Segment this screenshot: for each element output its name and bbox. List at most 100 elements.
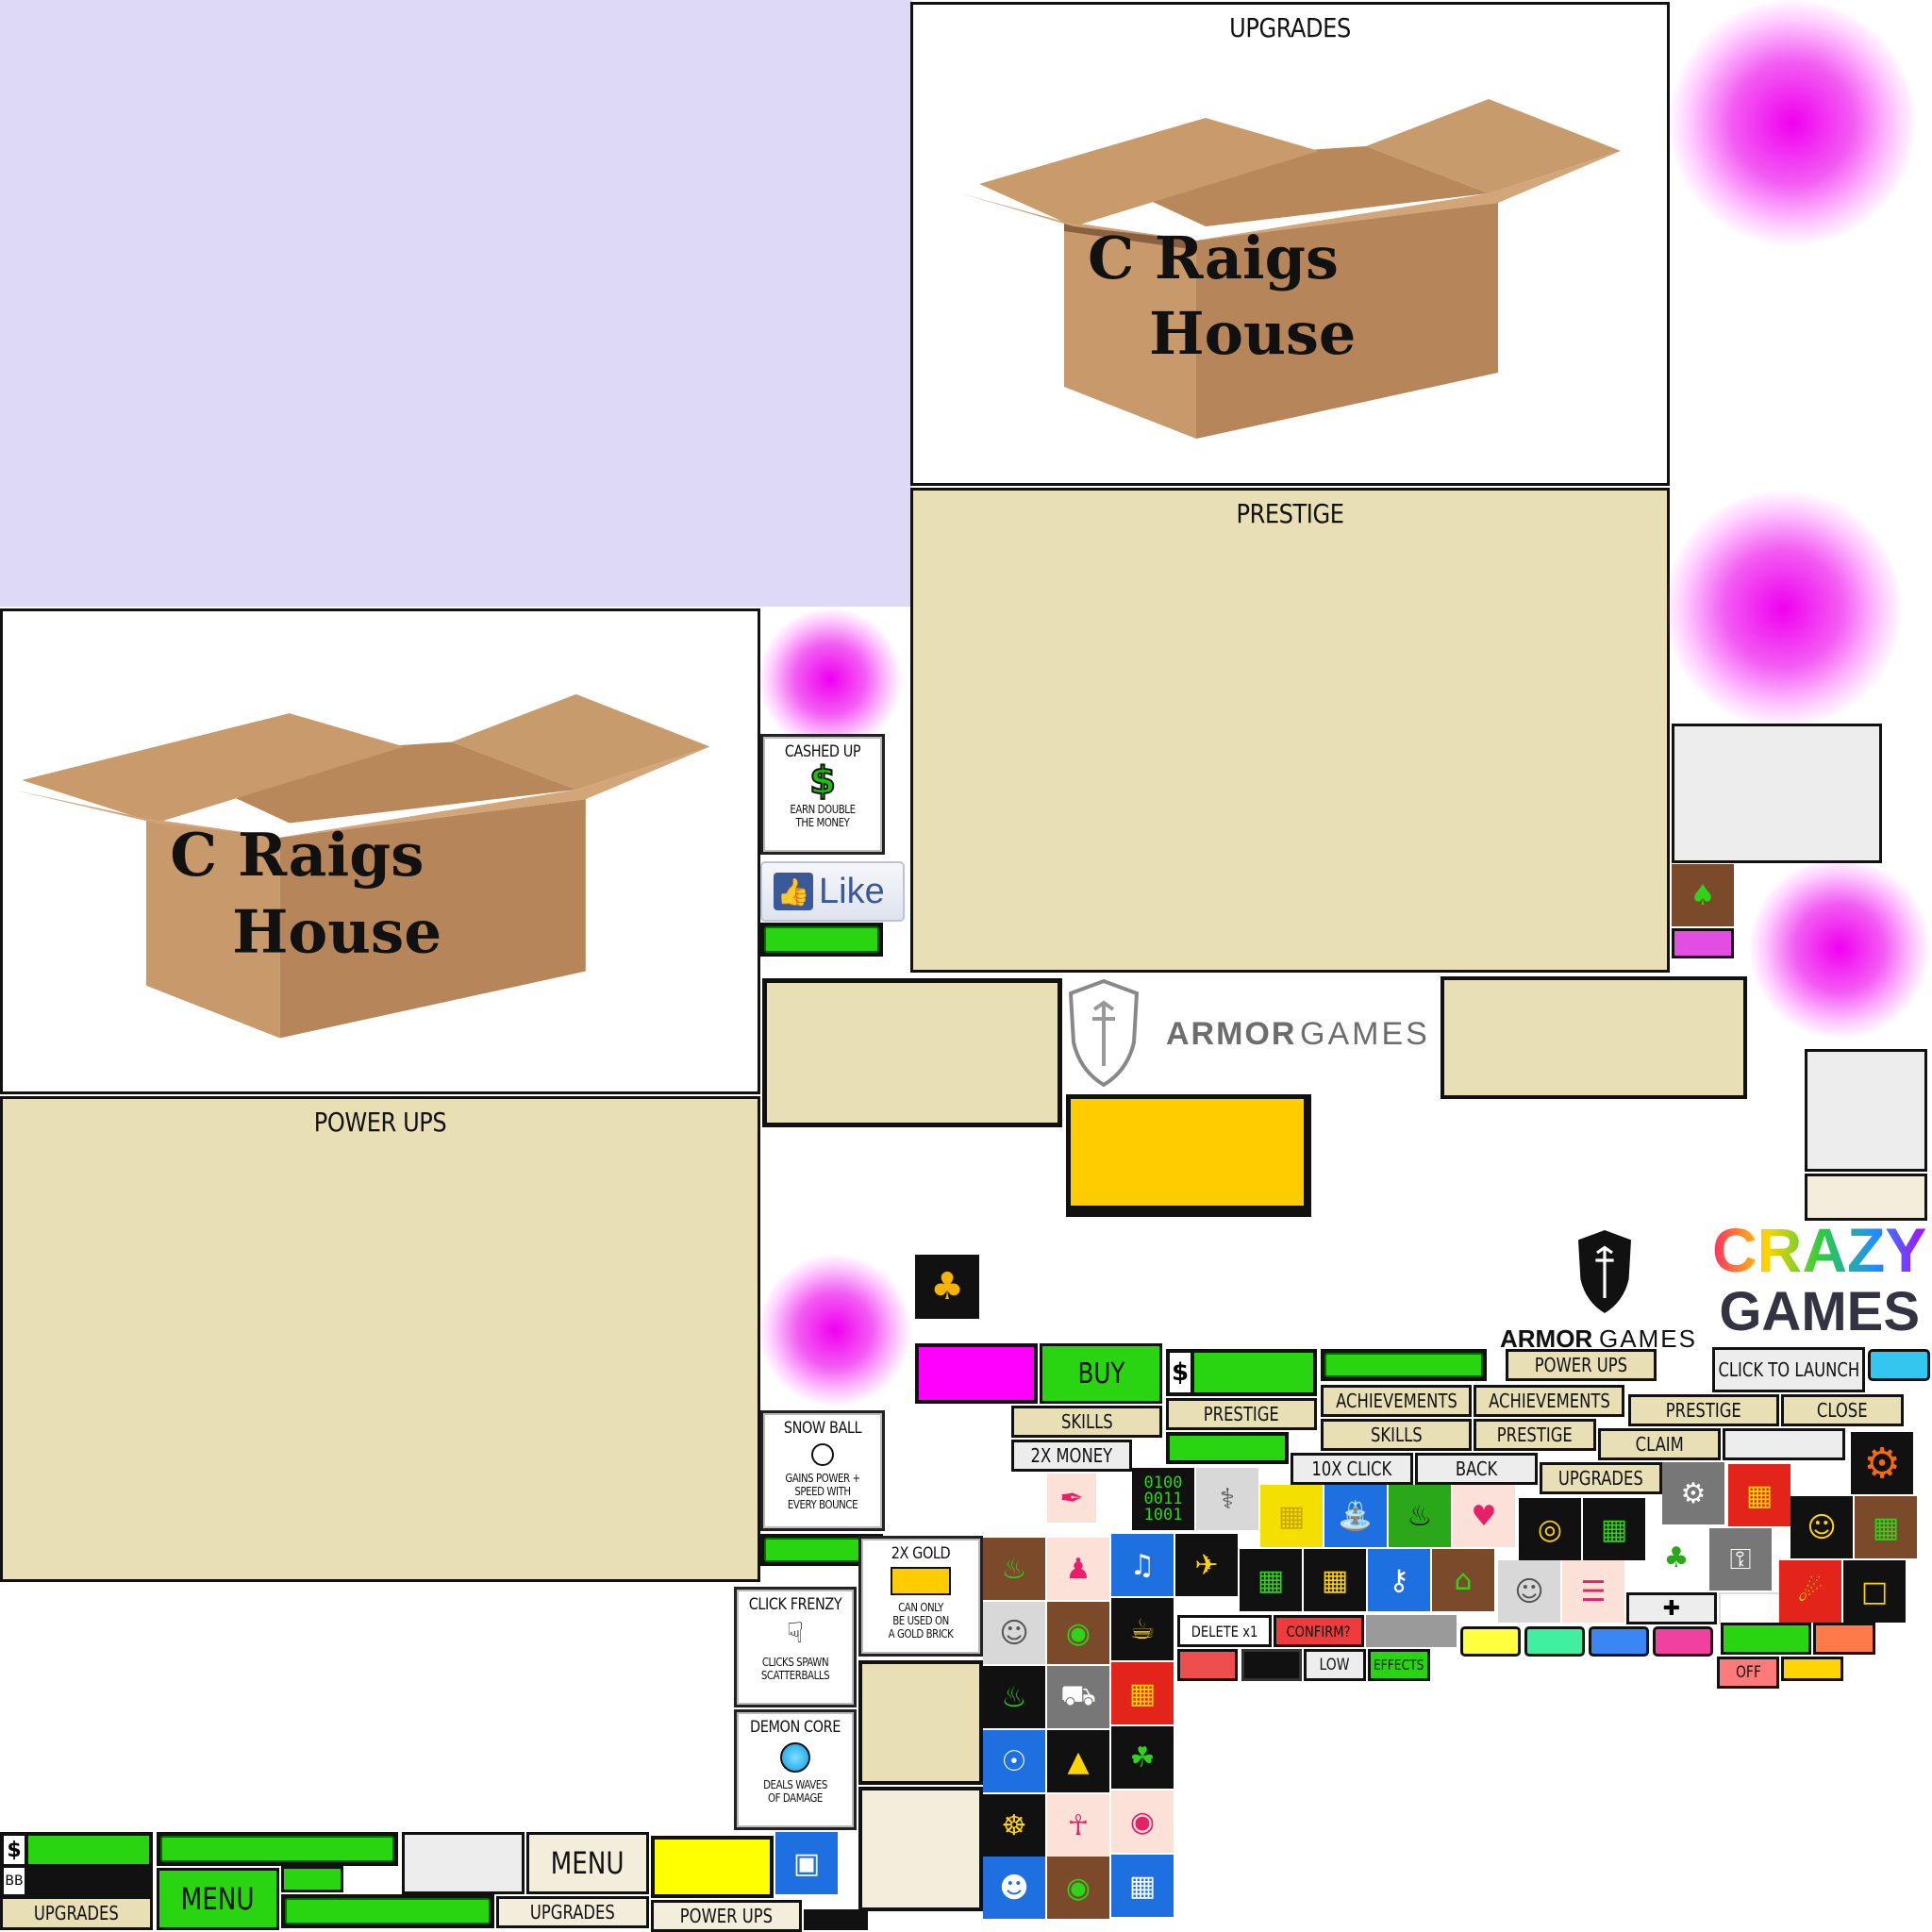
- snow-ball-desc: GAINS POWER + SPEED WITH EVERY BOUNCE: [785, 1472, 860, 1511]
- cashed-up-card[interactable]: CASHED UP $ EARN DOUBLE THE MONEY: [760, 734, 885, 855]
- menu-button-green[interactable]: MENU: [157, 1868, 279, 1930]
- power-ups-button[interactable]: POWER UPS: [1506, 1349, 1657, 1381]
- prestige-button[interactable]: PRESTIGE: [1166, 1398, 1317, 1430]
- achievements-button-1[interactable]: ACHIEVEMENTS: [1321, 1385, 1472, 1417]
- upgrades-button-small[interactable]: UPGRADES: [1540, 1462, 1662, 1494]
- tetris-piece-icon[interactable]: ▦: [1111, 1662, 1174, 1724]
- upgrades-button-bottom-1[interactable]: UPGRADES: [0, 1896, 153, 1930]
- detective-icon[interactable]: ♨: [1389, 1485, 1451, 1547]
- claim-button[interactable]: CLAIM: [1598, 1428, 1721, 1460]
- cheese-icon[interactable]: ▲: [1047, 1730, 1109, 1792]
- tetris-l-icon[interactable]: ▦: [1111, 1855, 1174, 1917]
- power-ups-button-bottom[interactable]: POWER UPS: [651, 1900, 802, 1932]
- bread-icon[interactable]: ◉: [1047, 1602, 1109, 1664]
- blindfold-icon[interactable]: ☺: [1498, 1560, 1560, 1623]
- nurse-icon[interactable]: ⚕: [1196, 1468, 1258, 1530]
- orange-button[interactable]: [1813, 1623, 1875, 1655]
- low-button[interactable]: LOW: [1304, 1649, 1366, 1681]
- wifi-signal-icon[interactable]: ☄: [1779, 1560, 1841, 1623]
- people-icon[interactable]: ♟: [1047, 1538, 1109, 1600]
- tetris-block-icon[interactable]: ▦: [1260, 1485, 1323, 1547]
- ten-x-click-button[interactable]: 10X CLICK: [1291, 1453, 1413, 1485]
- xylophone-icon[interactable]: ♫: [1111, 1534, 1174, 1596]
- cowboy-icon[interactable]: ☻: [983, 1857, 1045, 1919]
- angel-icon[interactable]: ☥: [1047, 1794, 1109, 1857]
- effects-button[interactable]: EFFECTS: [1368, 1649, 1430, 1681]
- village-icon[interactable]: ⌂: [1432, 1549, 1494, 1611]
- tiki-totem-icon[interactable]: ♠: [1672, 864, 1734, 926]
- snow-ball-card[interactable]: SNOW BALL GAINS POWER + SPEED WITH EVERY B…: [760, 1410, 885, 1531]
- back-button[interactable]: BACK: [1415, 1453, 1538, 1485]
- clover-icon[interactable]: ♣: [1645, 1526, 1707, 1589]
- prestige-panel-title: PRESTIGE: [1236, 498, 1344, 529]
- achievements-button-2[interactable]: ACHIEVEMENTS: [1474, 1385, 1624, 1417]
- ice-cube-icon[interactable]: ▣: [775, 1832, 838, 1894]
- prestige-button-2[interactable]: PRESTIGE: [1474, 1419, 1596, 1451]
- traffic-light-icon[interactable]: ◎: [1519, 1498, 1581, 1560]
- prestige-button-3[interactable]: PRESTIGE: [1628, 1394, 1779, 1426]
- battery-icon[interactable]: □: [1843, 1560, 1906, 1623]
- gear-icon[interactable]: ⚙: [1851, 1432, 1913, 1494]
- ocarina-icon[interactable]: ◉: [1047, 1857, 1109, 1919]
- demon-core-card[interactable]: DEMON CORE DEALS WAVES OF DAMAGE: [734, 1709, 857, 1830]
- ninja-icon[interactable]: ☺: [1790, 1496, 1853, 1558]
- glow-orb: [1750, 858, 1929, 1038]
- noodle-bowl-icon[interactable]: ☕: [1111, 1598, 1174, 1660]
- leaves-icon[interactable]: ☘: [1111, 1726, 1174, 1789]
- nose-icon[interactable]: ☉: [983, 1730, 1045, 1792]
- magenta-button[interactable]: [915, 1343, 1038, 1404]
- vampire-icon[interactable]: ☺: [983, 1602, 1045, 1664]
- feather-ink-icon[interactable]: ✒: [1047, 1474, 1096, 1523]
- click-frenzy-card[interactable]: CLICK FRENZY ☟ CLICKS SPAWN SCATTERBALLS: [734, 1587, 857, 1707]
- facebook-like-button[interactable]: 👍 Like: [760, 861, 905, 922]
- film-strip-icon[interactable]: ▦: [1583, 1498, 1645, 1560]
- off-button[interactable]: OFF: [1717, 1657, 1779, 1689]
- helicopter-icon[interactable]: ✈: [1175, 1534, 1238, 1596]
- heart-organ-icon[interactable]: ♥: [1453, 1485, 1515, 1547]
- skills-button[interactable]: SKILLS: [1011, 1406, 1162, 1438]
- plus-button[interactable]: ✚: [1626, 1592, 1717, 1624]
- black-bar: [804, 1909, 868, 1930]
- cyan-button[interactable]: [1868, 1349, 1930, 1381]
- binary-code-icon[interactable]: 0100 0011 1001: [1132, 1468, 1194, 1530]
- delete-button[interactable]: DELETE x1: [1177, 1615, 1272, 1647]
- menu-button[interactable]: MENU: [526, 1832, 649, 1894]
- tetris-t-icon[interactable]: ▦: [1728, 1464, 1790, 1526]
- key-icon[interactable]: ⚷: [1368, 1549, 1430, 1611]
- ham-icon[interactable]: ◉: [1111, 1790, 1174, 1853]
- padlock-icon[interactable]: ⚿: [1709, 1528, 1772, 1591]
- yellow-button[interactable]: [1460, 1626, 1521, 1657]
- games-word-crazy: GAMES: [1719, 1281, 1920, 1342]
- two-x-gold-card[interactable]: 2X GOLD CAN ONLY BE USED ON A GOLD BRICK: [858, 1536, 983, 1657]
- red-button[interactable]: [1177, 1649, 1238, 1681]
- ladder-icon[interactable]: ☰: [1562, 1560, 1624, 1623]
- black-button[interactable]: [1241, 1649, 1302, 1681]
- faucet-icon[interactable]: ⛲: [1324, 1485, 1387, 1547]
- click-to-launch-button[interactable]: CLICK TO LAUNCH: [1712, 1347, 1865, 1392]
- snow-ball-title: SNOW BALL: [783, 1419, 862, 1438]
- crocodile-icon[interactable]: ♨: [983, 1666, 1045, 1728]
- pink-button[interactable]: [1653, 1626, 1713, 1657]
- close-button[interactable]: CLOSE: [1781, 1394, 1904, 1426]
- glow-orb: [1670, 0, 1915, 245]
- money-hud: $: [1166, 1349, 1317, 1396]
- two-x-money-button[interactable]: 2X MONEY: [1011, 1440, 1132, 1472]
- robot-icon[interactable]: ⚙: [1662, 1462, 1724, 1524]
- octopus-icon[interactable]: ☸: [983, 1794, 1045, 1857]
- confirm-button[interactable]: CONFIRM?: [1274, 1615, 1364, 1647]
- hierarchy-icon[interactable]: ▦: [1240, 1549, 1302, 1611]
- window-icon[interactable]: ▦: [1304, 1549, 1366, 1611]
- tetris-s-icon[interactable]: ▦: [1855, 1496, 1917, 1558]
- rooster-icon[interactable]: ♨: [983, 1538, 1045, 1600]
- cardboard-box-image: C Raigs House: [960, 99, 1621, 439]
- crazy-games-logo: CRAZY GAMES: [1712, 1217, 1929, 1349]
- skills-button-2[interactable]: SKILLS: [1321, 1419, 1472, 1451]
- buy-button[interactable]: BUY: [1040, 1343, 1162, 1404]
- golden-mask-icon[interactable]: ♣: [915, 1255, 979, 1319]
- upgrades-button-bottom-2[interactable]: UPGRADES: [496, 1896, 649, 1928]
- camper-van-icon[interactable]: ⛟: [1047, 1666, 1109, 1728]
- green-button[interactable]: [1721, 1623, 1811, 1655]
- mint-button[interactable]: [1524, 1626, 1585, 1657]
- demon-core-title: DEMON CORE: [750, 1718, 841, 1737]
- blue-button[interactable]: [1589, 1626, 1649, 1657]
